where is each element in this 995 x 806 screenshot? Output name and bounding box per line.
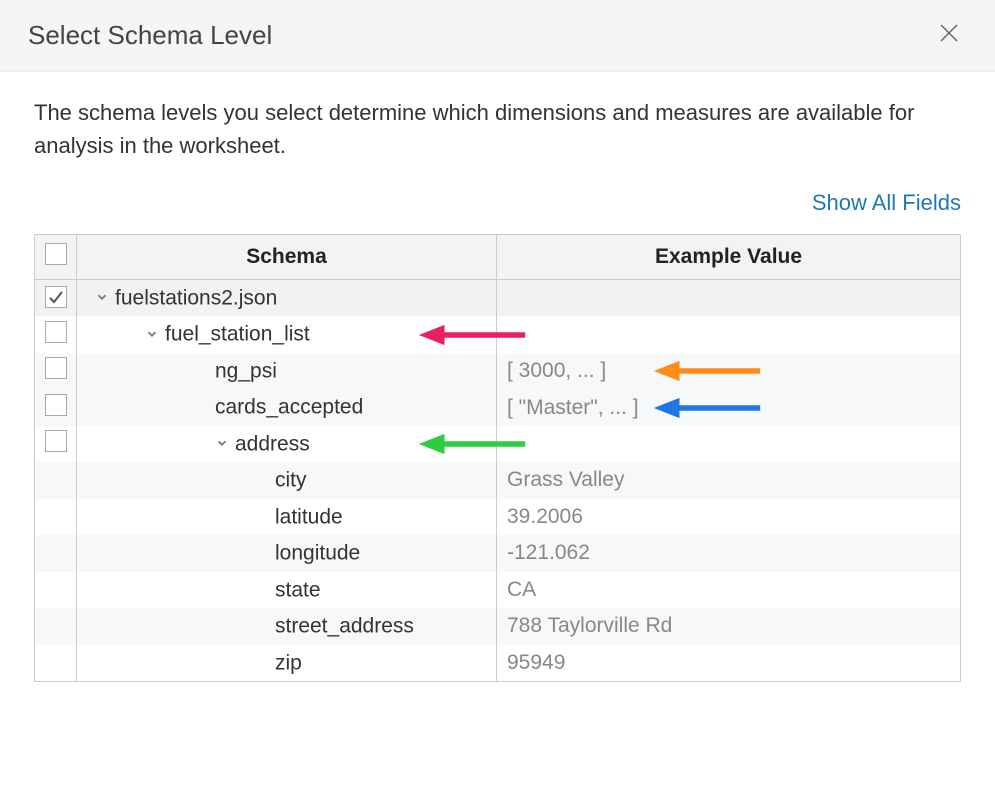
- show-all-fields-container: Show All Fields: [34, 190, 961, 216]
- schema-cell: latitude: [77, 499, 497, 535]
- schema-row: fuelstations2.json: [35, 280, 961, 317]
- checkbox-cell: [35, 426, 77, 462]
- schema-cell: state: [77, 572, 497, 608]
- schema-row: zip 95949: [35, 645, 961, 682]
- schema-label: city: [275, 469, 307, 492]
- example-value: Grass Valley: [507, 468, 624, 491]
- close-icon: [937, 19, 961, 52]
- schema-row: state CA: [35, 572, 961, 608]
- schema-row: address: [35, 426, 961, 462]
- select-schema-dialog: Select Schema Level The schema levels yo…: [0, 0, 995, 722]
- example-value: 95949: [507, 651, 565, 674]
- schema-row: cards_accepted [ "Master", ... ]: [35, 389, 961, 425]
- example-value-cell: 788 Taylorville Rd: [497, 608, 961, 644]
- example-value: CA: [507, 578, 536, 601]
- schema-label: zip: [275, 651, 302, 674]
- example-value: -121.062: [507, 541, 590, 564]
- select-all-checkbox[interactable]: [45, 243, 67, 265]
- schema-label: cards_accepted: [215, 396, 363, 419]
- example-value-cell: -121.062: [497, 535, 961, 571]
- row-checkbox[interactable]: [45, 394, 67, 416]
- example-value: [ 3000, ... ]: [507, 359, 606, 382]
- dialog-header: Select Schema Level: [0, 0, 995, 72]
- annotation-arrow: [652, 358, 762, 384]
- checkbox-cell: [35, 499, 77, 535]
- schema-cell: cards_accepted: [77, 389, 497, 425]
- example-value-cell: [ "Master", ... ]: [497, 389, 961, 425]
- example-value-cell: [ 3000, ... ]: [497, 353, 961, 389]
- row-checkbox[interactable]: [45, 321, 67, 343]
- schema-cell: street_address: [77, 608, 497, 644]
- schema-cell: address: [77, 426, 497, 462]
- schema-table: Schema Example Value fuelstations2.json f…: [34, 234, 961, 682]
- schema-row: latitude 39.2006: [35, 499, 961, 535]
- example-value: 39.2006: [507, 505, 583, 528]
- schema-row: longitude -121.062: [35, 535, 961, 571]
- schema-label: street_address: [275, 615, 414, 638]
- example-value-cell: [497, 426, 961, 462]
- dialog-description: The schema levels you select determine w…: [34, 96, 961, 162]
- chevron-down-icon[interactable]: [145, 323, 159, 347]
- schema-row: fuel_station_list: [35, 316, 961, 352]
- example-value-cell: 95949: [497, 645, 961, 682]
- checkbox-cell: [35, 535, 77, 571]
- schema-cell: fuel_station_list: [77, 316, 497, 352]
- checkbox-cell: [35, 462, 77, 498]
- checkbox-cell: [35, 645, 77, 682]
- row-checkbox[interactable]: [45, 430, 67, 452]
- schema-cell: city: [77, 462, 497, 498]
- example-value-cell: Grass Valley: [497, 462, 961, 498]
- checkbox-cell: [35, 316, 77, 352]
- schema-label: address: [235, 432, 310, 455]
- checkbox-cell: [35, 389, 77, 425]
- example-value-cell: CA: [497, 572, 961, 608]
- checkbox-cell: [35, 608, 77, 644]
- example-value-cell: [497, 316, 961, 352]
- dialog-title: Select Schema Level: [28, 20, 272, 51]
- schema-cell: ng_psi: [77, 353, 497, 389]
- schema-label: fuel_station_list: [165, 323, 310, 346]
- schema-label: latitude: [275, 505, 343, 528]
- schema-cell: fuelstations2.json: [77, 280, 497, 317]
- schema-row: ng_psi [ 3000, ... ]: [35, 353, 961, 389]
- schema-row: street_address 788 Taylorville Rd: [35, 608, 961, 644]
- example-value-cell: [497, 280, 961, 317]
- annotation-arrow: [652, 395, 762, 421]
- example-value: 788 Taylorville Rd: [507, 614, 672, 637]
- example-value: [ "Master", ... ]: [507, 396, 639, 419]
- schema-cell: zip: [77, 645, 497, 682]
- chevron-down-icon[interactable]: [215, 432, 229, 456]
- header-checkbox-cell: [35, 235, 77, 280]
- row-checkbox[interactable]: [45, 286, 67, 308]
- header-example: Example Value: [497, 235, 961, 280]
- schema-label: state: [275, 578, 321, 601]
- schema-label: fuelstations2.json: [115, 286, 277, 309]
- dialog-body: The schema levels you select determine w…: [0, 72, 995, 722]
- checkbox-cell: [35, 280, 77, 317]
- schema-label: longitude: [275, 542, 360, 565]
- schema-row: city Grass Valley: [35, 462, 961, 498]
- example-value-cell: 39.2006: [497, 499, 961, 535]
- schema-label: ng_psi: [215, 359, 277, 382]
- chevron-down-icon[interactable]: [95, 286, 109, 310]
- header-schema: Schema: [77, 235, 497, 280]
- schema-cell: longitude: [77, 535, 497, 571]
- checkbox-cell: [35, 572, 77, 608]
- close-button[interactable]: [931, 21, 967, 51]
- row-checkbox[interactable]: [45, 357, 67, 379]
- checkbox-cell: [35, 353, 77, 389]
- show-all-fields-link[interactable]: Show All Fields: [812, 190, 961, 215]
